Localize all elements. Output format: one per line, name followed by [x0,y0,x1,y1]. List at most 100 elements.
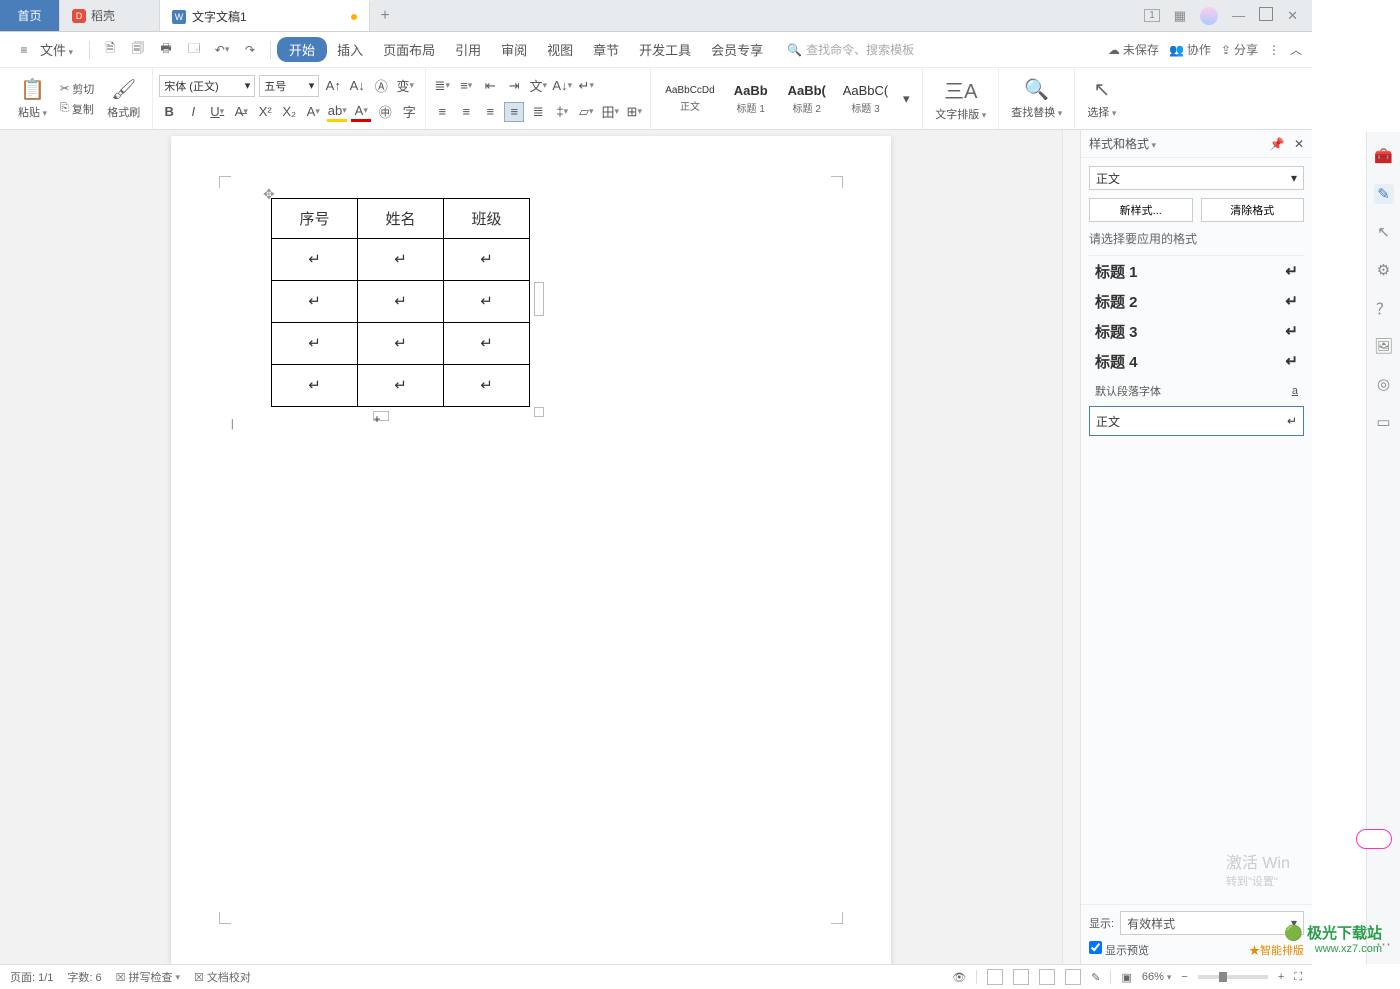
strip-image-icon[interactable]: 🖼 [1374,336,1394,356]
view-read-icon[interactable] [1039,969,1055,985]
menu-devtools[interactable]: 开发工具 [629,36,701,63]
style-h2[interactable]: AaBb(标题 2 [779,81,835,117]
status-proofread[interactable]: ☒ 文档校对 [194,969,251,985]
save-icon[interactable]: 🗎 [99,39,121,61]
table-header-cell[interactable]: 序号 [272,199,358,239]
table-header-row[interactable]: 序号 姓名 班级 [272,199,530,239]
style-item-h4[interactable]: 标题 4↵ [1089,346,1304,376]
menu-review[interactable]: 审阅 [491,36,537,63]
tab-docer[interactable]: D 稻壳 [60,0,160,31]
clear-format-icon[interactable]: Ⓐ [371,76,391,96]
status-page[interactable]: 页面: 1/1 [10,969,53,985]
select-button[interactable]: ↖选择 [1081,73,1122,124]
table-row[interactable]: ↵↵↵ [272,239,530,281]
collapse-ribbon-icon[interactable]: ︿ [1290,41,1302,58]
eye-mode-icon[interactable]: 👁 [952,971,966,984]
hamburger-icon[interactable]: ≡ [13,39,35,61]
current-style-combo[interactable]: 正文▾ [1089,166,1304,190]
numbering-icon[interactable]: ≡ [456,76,476,96]
style-item-body[interactable]: 正文↵ [1089,406,1304,436]
redo-icon[interactable]: ↷ [239,39,261,61]
cut-button[interactable]: ✂ 剪切 [57,80,97,98]
user-avatar-icon[interactable] [1200,7,1218,25]
shading-icon[interactable]: ▱ [576,102,596,122]
strip-styles-icon[interactable]: ✎ [1374,184,1394,204]
new-style-button[interactable]: 新样式... [1089,198,1193,222]
document-page[interactable]: ✥ 序号 姓名 班级 ↵↵↵ ↵↵↵ ↵↵↵ ↵↵↵ + | [171,136,891,964]
table-add-row-handle[interactable]: + [373,411,389,421]
menu-section[interactable]: 章节 [583,36,629,63]
tab-stops-icon[interactable]: ⊞ [624,102,644,122]
table-row[interactable]: ↵↵↵ [272,323,530,365]
zoom-fit-icon[interactable]: ▣ [1121,971,1131,984]
strip-help-icon[interactable]: ？ [1374,298,1394,318]
bullets-icon[interactable]: ≣ [432,76,452,96]
change-case-icon[interactable]: 变 [395,76,415,96]
table-add-col-handle[interactable] [534,282,544,316]
vertical-scrollbar[interactable] [1062,130,1080,964]
coop-button[interactable]: 👥 协作 [1169,41,1211,58]
file-menu[interactable]: 文件 [38,36,83,63]
zoom-value[interactable]: 66% [1142,971,1172,983]
decrease-font-icon[interactable]: A↓ [347,76,367,96]
increase-indent-icon[interactable]: ⇥ [504,76,524,96]
table-header-cell[interactable]: 班级 [444,199,530,239]
font-size-combo[interactable]: 五号▾ [259,75,319,97]
save-as-icon[interactable]: 🗐 [127,39,149,61]
apps-grid-icon[interactable]: ▦ [1174,8,1186,24]
menu-member[interactable]: 会员专享 [701,36,773,63]
increase-font-icon[interactable]: A↑ [323,76,343,96]
strikethrough-icon[interactable]: A̶ [231,102,251,122]
underline-icon[interactable]: U [207,102,227,122]
font-name-combo[interactable]: 宋体 (正文)▾ [159,75,255,97]
command-search[interactable]: 🔍 查找命令、搜索模板 [787,41,914,58]
tab-document[interactable]: W 文字文稿1 [160,0,370,31]
strip-select-icon[interactable]: ↖ [1374,222,1394,242]
tab-home[interactable]: 首页 [0,0,60,31]
more-menu-icon[interactable]: ⋮ [1268,43,1280,57]
pages-indicator[interactable]: 1 [1144,9,1160,22]
document-canvas[interactable]: ✥ 序号 姓名 班级 ↵↵↵ ↵↵↵ ↵↵↵ ↵↵↵ + | [0,130,1062,964]
style-item-h3[interactable]: 标题 3↵ [1089,316,1304,346]
subscript-icon[interactable]: X₂ [279,102,299,122]
text-direction-icon[interactable]: 文 [528,76,548,96]
align-center-icon[interactable]: ≡ [456,102,476,122]
italic-icon[interactable]: I [183,102,203,122]
paste-button[interactable]: 📋粘贴 [12,73,53,124]
clear-format-button[interactable]: 清除格式 [1201,198,1305,222]
bold-icon[interactable]: B [159,102,179,122]
floating-assistant-badge[interactable] [1356,829,1392,849]
styles-more-icon[interactable]: ▾ [896,89,916,109]
maximize-button[interactable] [1259,7,1273,24]
close-button[interactable]: ✕ [1287,8,1298,24]
view-outline-icon[interactable] [1013,969,1029,985]
preview-checkbox[interactable]: 显示预览 [1089,941,1149,958]
show-filter-combo[interactable]: 有效样式▾ [1120,911,1304,935]
zoom-in-button[interactable]: + [1278,971,1284,983]
align-right-icon[interactable]: ≡ [480,102,500,122]
status-spellcheck[interactable]: ☒ 拼写检查 [116,969,180,985]
style-h3[interactable]: AaBbC(标题 3 [835,81,897,117]
zoom-slider[interactable] [1198,975,1268,979]
content-table[interactable]: 序号 姓名 班级 ↵↵↵ ↵↵↵ ↵↵↵ ↵↵↵ [271,198,530,407]
menu-reference[interactable]: 引用 [445,36,491,63]
share-button[interactable]: ⇪ 分享 [1221,41,1258,58]
menu-layout[interactable]: 页面布局 [373,36,445,63]
style-item-h1[interactable]: 标题 1↵ [1089,256,1304,286]
align-left-icon[interactable]: ≡ [432,102,452,122]
decrease-indent-icon[interactable]: ⇤ [480,76,500,96]
line-symbols-icon[interactable]: ↵ [576,76,596,96]
format-painter-button[interactable]: 🖌格式刷 [101,73,146,124]
strip-template-icon[interactable]: ▭ [1374,412,1394,432]
table-header-cell[interactable]: 姓名 [358,199,444,239]
style-item-default-font[interactable]: 默认段落字体a [1089,376,1304,406]
text-layout-button[interactable]: 三A文字排版 [929,71,992,126]
copy-button[interactable]: ⎘ 复制 [57,100,97,118]
find-replace-button[interactable]: 🔍查找替换 [1005,73,1068,124]
char-border-icon[interactable]: 字 [399,102,419,122]
superscript-icon[interactable]: X² [255,102,275,122]
strip-toolbox-icon[interactable]: 🧰 [1374,146,1394,166]
text-effects-icon[interactable]: A [303,102,323,122]
menu-start[interactable]: 开始 [277,37,327,62]
view-marker-icon[interactable]: ✎ [1091,971,1100,984]
